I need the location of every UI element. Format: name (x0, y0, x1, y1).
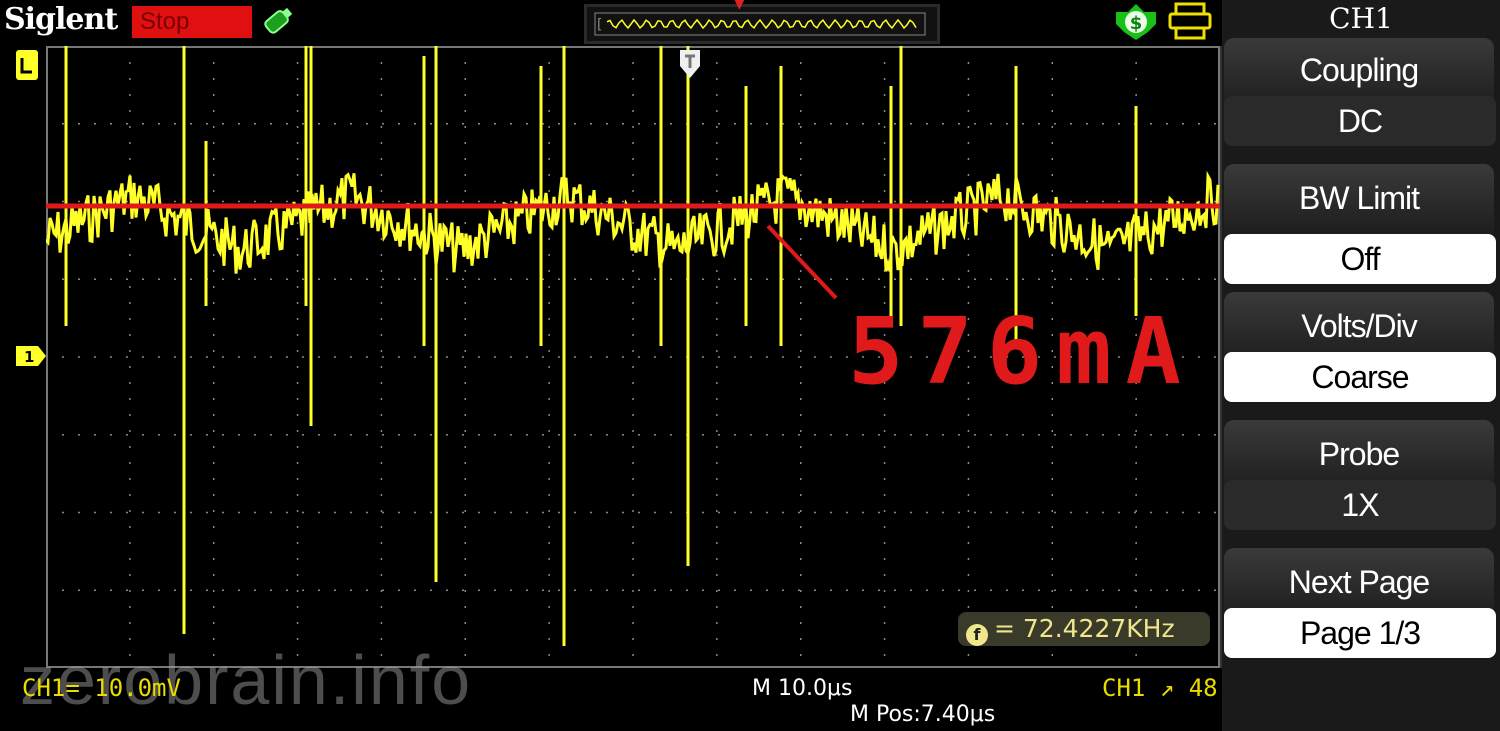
current-annotation-label: 576mA (848, 298, 1195, 405)
waveform-trace (44, 170, 1220, 274)
horizontal-position-readout: M Pos:7.40μs (850, 702, 996, 727)
brand-logo: Siglent (4, 2, 118, 37)
volts-div-label: Volts/Div (1301, 308, 1417, 344)
svg-text:$: $ (1130, 13, 1143, 34)
svg-text:[: [ (597, 17, 602, 33)
frequency-value: = 72.4227KHz (994, 614, 1175, 643)
timebase-readout: M 10.0μs (752, 676, 853, 701)
run-status-badge[interactable]: Stop (132, 6, 252, 38)
probe-value[interactable]: 1X (1224, 480, 1496, 530)
settings-dollar-icon: $ (1116, 4, 1156, 40)
ch1-scale-readout: CH1= 10.0mV (22, 674, 181, 702)
trigger-marker-icon: ▼ (734, 0, 745, 12)
page-indicator-value[interactable]: Page 1/3 (1224, 608, 1496, 658)
menu-title: CH1 (1329, 2, 1393, 35)
ch1-offset-marker-icon[interactable]: 1 (16, 346, 46, 366)
frequency-icon: f (966, 624, 988, 646)
annotation-pointer-line (766, 224, 838, 300)
coupling-label: Coupling (1299, 52, 1419, 88)
next-page-label: Next Page (1288, 564, 1430, 600)
frequency-readout: f = 72.4227KHz (958, 612, 1210, 646)
bw-limit-label: BW Limit (1299, 180, 1420, 216)
bw-limit-value[interactable]: Off (1224, 234, 1496, 284)
trigger-position-marker-icon[interactable] (678, 48, 702, 80)
ch1-ground-marker-icon[interactable] (16, 50, 38, 80)
usb-icon (264, 7, 293, 34)
svg-text:1: 1 (24, 348, 34, 366)
coupling-value[interactable]: DC (1224, 96, 1496, 146)
trigger-position-indicator: [ (584, 4, 940, 44)
volts-div-value[interactable]: Coarse (1224, 352, 1496, 402)
printer-icon[interactable] (1166, 2, 1214, 42)
probe-label: Probe (1318, 436, 1400, 472)
